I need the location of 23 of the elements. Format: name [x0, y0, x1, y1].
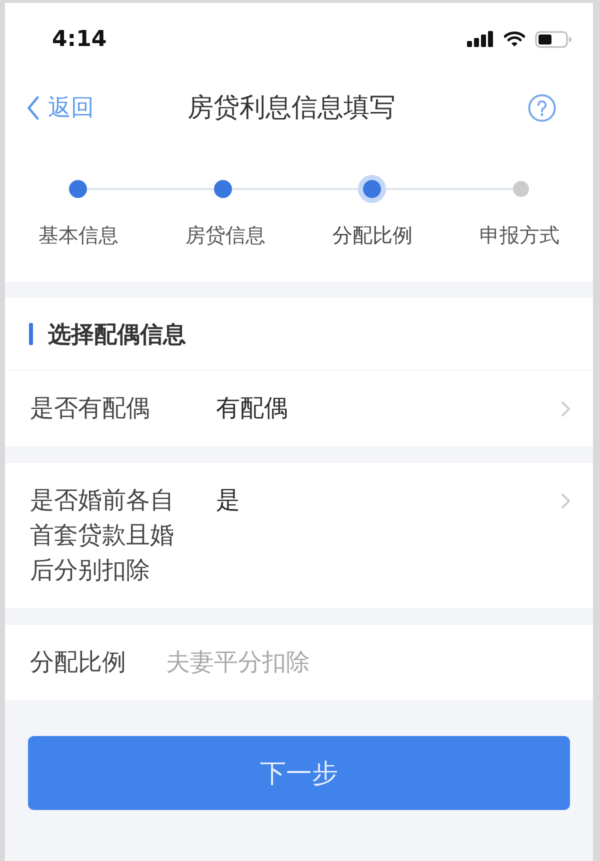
row-label: 是否有配偶 [30, 393, 151, 424]
row-value: 夫妻平分扣除 [166, 647, 310, 678]
row-label: 是否婚前各自首套贷款且婚后分别扣除 [30, 485, 175, 586]
signal-icon [467, 31, 494, 47]
row-value: 有配偶 [216, 393, 288, 424]
chevron-right-icon [561, 401, 571, 417]
section-title: 选择配偶信息 [48, 320, 186, 350]
row-value: 是 [216, 485, 240, 516]
help-icon[interactable] [528, 94, 556, 122]
page-title: 房贷利息信息填写 [188, 92, 396, 125]
accent-bar [29, 323, 33, 345]
form-row[interactable]: 是否有配偶 有配偶 [5, 370, 593, 446]
row-label: 分配比例 [30, 647, 126, 678]
form-row[interactable]: 是否婚前各自首套贷款且婚后分别扣除 是 [5, 463, 593, 608]
step-label: 分配比例 [332, 222, 412, 249]
chevron-right-icon [561, 493, 571, 509]
step-label: 房贷信息 [186, 222, 266, 249]
wifi-icon [504, 31, 525, 47]
step-label: 基本信息 [38, 222, 118, 249]
step-label: 申报方式 [480, 222, 560, 249]
battery-icon [535, 30, 572, 48]
status-time: 4:14 [52, 26, 107, 52]
back-chevron-icon [27, 96, 39, 120]
